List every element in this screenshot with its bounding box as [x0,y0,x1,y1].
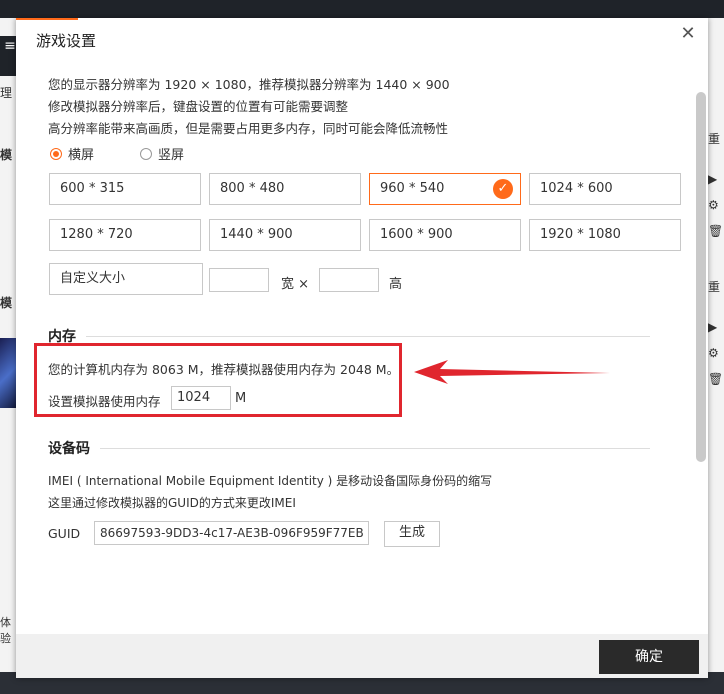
custom-size-option[interactable]: 自定义大小 [49,263,203,295]
close-icon[interactable]: ✕ [678,24,698,44]
background-label: 模 [0,148,13,162]
memory-unit: M [235,391,247,406]
section-divider [100,448,650,449]
restart-label: 重 [708,280,721,294]
resolution-option[interactable]: 1024 * 600 [529,173,681,205]
memory-input[interactable]: 1024 [171,386,231,410]
radio-unchecked-icon [140,147,152,160]
width-label: 宽 × [281,277,310,292]
display-resolution-info: 您的显示器分辨率为 1920 × 1080，推荐模拟器分辨率为 1440 × 9… [48,77,450,92]
device-section-title: 设备码 [48,441,90,457]
guid-input[interactable]: 86697593-9DD3-4c17-AE3B-096F959F77EB [94,521,369,545]
game-settings-dialog: 游戏设置 ✕ 您的显示器分辨率为 1920 × 1080，推荐模拟器分辨率为 1… [16,18,708,678]
radio-checked-icon [50,147,62,160]
resolution-option[interactable]: 1920 * 1080 [529,219,681,251]
section-divider [86,336,650,337]
landscape-radio[interactable]: 横屏 [50,144,94,163]
resolution-quality-note: 高分辨率能带来高画质，但是需要占用更多内存，同时可能会降低流畅性 [48,121,449,136]
restart-label: 重 [708,132,721,146]
play-icon[interactable]: ▶ [708,172,717,186]
resolution-option[interactable]: 800 * 480 [209,173,361,205]
memory-info: 您的计算机内存为 8063 M，推荐模拟器使用内存为 2048 M。 [48,362,400,377]
scrollbar-thumb[interactable] [696,92,706,462]
play-icon[interactable]: ▶ [708,320,717,334]
imei-description: IMEI ( International Mobile Equipment Id… [48,474,493,488]
landscape-label: 横屏 [68,148,95,163]
resolution-option[interactable]: 1600 * 900 [369,219,521,251]
generate-button[interactable]: 生成 [384,521,440,547]
resolution-option[interactable]: 1440 * 900 [209,219,361,251]
ok-button[interactable]: 确定 [599,640,699,674]
memory-setting-label: 设置模拟器使用内存 [48,394,161,409]
title-accent-bar [16,18,78,20]
portrait-label: 竖屏 [158,148,185,163]
background-right-panel: 重 ▶ ⚙ 🗑 重 ▶ ⚙ 🗑 [708,18,724,694]
resolution-option-label: 960 * 540 [380,181,445,196]
resolution-option[interactable]: 600 * 315 [49,173,201,205]
resolution-change-note: 修改模拟器分辨率后，键盘设置的位置有可能需要调整 [48,99,349,114]
trash-icon[interactable]: 🗑 [708,372,723,386]
resolution-option[interactable]: 1280 * 720 [49,219,201,251]
portrait-radio[interactable]: 竖屏 [140,144,184,163]
gear-icon[interactable]: ⚙ [708,198,719,212]
background-label: 理 [0,86,13,100]
app-titlebar [0,0,724,18]
height-label: 高 [389,277,403,292]
resolution-option-selected[interactable]: 960 * 540 ✓ [369,173,521,205]
guid-description: 这里通过修改模拟器的GUID的方式来更改IMEI [48,496,296,510]
custom-height-input[interactable] [319,268,379,292]
guid-label: GUID [48,526,81,541]
memory-section-title: 内存 [48,329,76,345]
gear-icon[interactable]: ⚙ [708,346,719,360]
annotation-arrow-icon [414,360,610,384]
dialog-title: 游戏设置 [36,32,97,50]
custom-width-input[interactable] [209,268,269,292]
trash-icon[interactable]: 🗑 [708,224,723,238]
background-label: 模 [0,296,13,310]
checkmark-icon: ✓ [493,179,513,199]
